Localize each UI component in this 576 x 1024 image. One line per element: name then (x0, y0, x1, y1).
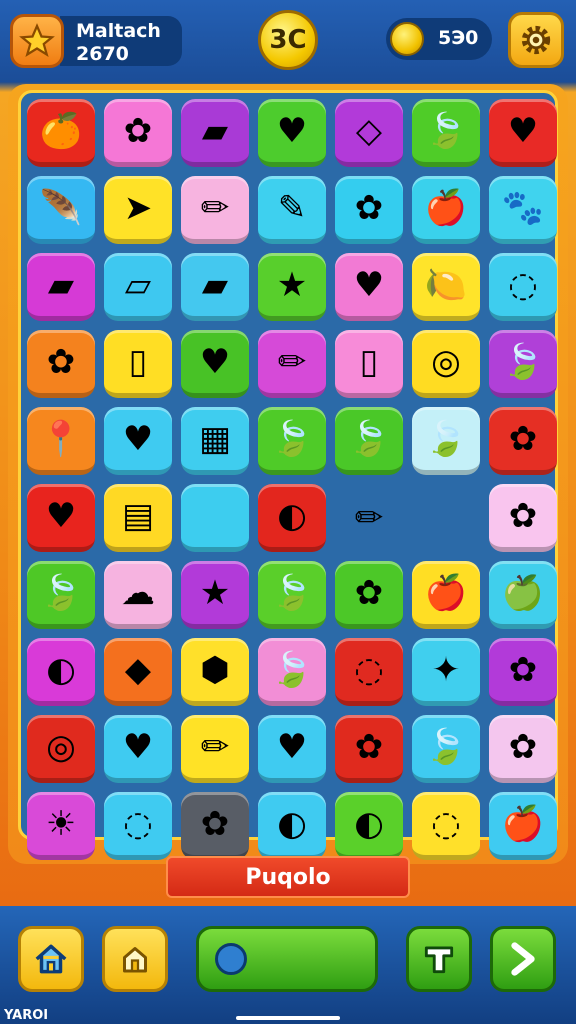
tile-r9-c5[interactable]: ✿ (335, 715, 403, 783)
tile-r9-c1[interactable]: ◎ (27, 715, 95, 783)
tile-r5-c1[interactable]: 📍 (27, 407, 95, 475)
tile-r3-c7[interactable]: ◌ (489, 253, 557, 321)
tile-r7-c5[interactable]: ✿ (335, 561, 403, 629)
settings-button[interactable] (508, 12, 564, 68)
tile-r5-c4[interactable]: 🍃 (258, 407, 326, 475)
tile-r8-c1[interactable]: ◐ (27, 638, 95, 706)
tile-r9-c4[interactable]: ♥ (258, 715, 326, 783)
coin-icon (390, 22, 424, 56)
tile-r1-c7[interactable]: ♥ (489, 99, 557, 167)
tile-r1-c6[interactable]: 🍃 (412, 99, 480, 167)
tile-r6-c7[interactable]: ✿ (489, 484, 557, 552)
tile-r9-c6[interactable]: 🍃 (412, 715, 480, 783)
coin-value: 5Э0 (438, 27, 479, 49)
home-button[interactable] (18, 926, 84, 992)
tile-r3-c6[interactable]: 🍋 (412, 253, 480, 321)
tile-r9-c2[interactable]: ♥ (104, 715, 172, 783)
home-icon (35, 944, 67, 974)
tile-r7-c7[interactable]: 🍏 (489, 561, 557, 629)
tile-r9-c3[interactable]: ✏ (181, 715, 249, 783)
tile-r3-c3[interactable]: ▰ (181, 253, 249, 321)
tile-r3-c5[interactable]: ♥ (335, 253, 403, 321)
tile-r7-c3[interactable]: ★ (181, 561, 249, 629)
tile-r10-c1[interactable]: ☀ (27, 792, 95, 860)
tile-r6-c2[interactable]: ▤ (104, 484, 172, 552)
tile-r6-c1[interactable]: ♥ (27, 484, 95, 552)
player-panel: Maltach 2670 (60, 16, 182, 66)
tile-r10-c4[interactable]: ◐ (258, 792, 326, 860)
timer-progress-button[interactable] (196, 926, 378, 992)
tile-r1-c1[interactable]: 🍊 (27, 99, 95, 167)
tile-r2-c3[interactable]: ✏ (181, 176, 249, 244)
tile-r8-c2[interactable]: ◆ (104, 638, 172, 706)
tile-r8-c6[interactable]: ✦ (412, 638, 480, 706)
tile-r7-c4[interactable]: 🍃 (258, 561, 326, 629)
tile-r7-c6[interactable]: 🍎 (412, 561, 480, 629)
tile-r4-c1[interactable]: ✿ (27, 330, 95, 398)
tile-r10-c6[interactable]: ◌ (412, 792, 480, 860)
tile-r3-c1[interactable]: ▰ (27, 253, 95, 321)
tile-r4-c6[interactable]: ◎ (412, 330, 480, 398)
tile-r2-c5[interactable]: ✿ (335, 176, 403, 244)
tile-r4-c7[interactable]: 🍃 (489, 330, 557, 398)
shop-button[interactable] (102, 926, 168, 992)
tile-r2-c2[interactable]: ➤ (104, 176, 172, 244)
tile-r8-c5[interactable]: ◌ (335, 638, 403, 706)
tile-r6-c5[interactable]: ✏ (335, 484, 403, 552)
tile-r3-c2[interactable]: ▱ (104, 253, 172, 321)
tool-button[interactable] (406, 926, 472, 992)
tile-r5-c6[interactable]: 🍃 (412, 407, 480, 475)
tool-icon (424, 946, 454, 974)
tile-r6-c6[interactable] (412, 484, 480, 552)
home-indicator (236, 1016, 340, 1020)
star-button[interactable] (10, 14, 64, 68)
tile-r2-c1[interactable]: 🪶 (27, 176, 95, 244)
footer-text: YAROI (4, 1008, 49, 1023)
tile-r4-c5[interactable]: ▯ (335, 330, 403, 398)
tile-r8-c7[interactable]: ✿ (489, 638, 557, 706)
tile-r9-c7[interactable]: ✿ (489, 715, 557, 783)
coin-panel: 5Э0 (386, 18, 492, 60)
gear-icon (521, 25, 551, 55)
tile-r3-c4[interactable]: ★ (258, 253, 326, 321)
tile-r5-c5[interactable]: 🍃 (335, 407, 403, 475)
tile-r10-c3[interactable]: ✿ (181, 792, 249, 860)
puzzle-label: Puqolo (166, 856, 410, 898)
top-bar: Maltach 2670 3C 5Э0 (0, 0, 576, 82)
tile-r4-c3[interactable]: ♥ (181, 330, 249, 398)
star-icon (19, 23, 55, 57)
tile-r10-c2[interactable]: ◌ (104, 792, 172, 860)
tile-r10-c7[interactable]: 🍎 (489, 792, 557, 860)
bottom-bar (0, 906, 576, 1024)
tile-r1-c3[interactable]: ▰ (181, 99, 249, 167)
tile-r8-c4[interactable]: 🍃 (258, 638, 326, 706)
level-badge[interactable]: 3C (258, 10, 318, 70)
tile-r2-c4[interactable]: ✎ (258, 176, 326, 244)
timer-icon (215, 943, 247, 975)
tile-r7-c2[interactable]: ☁ (104, 561, 172, 629)
arrow-right-icon (511, 942, 535, 976)
tile-r2-c6[interactable]: 🍎 (412, 176, 480, 244)
tile-r4-c2[interactable]: ▯ (104, 330, 172, 398)
tile-r2-c7[interactable]: 🐾 (489, 176, 557, 244)
tile-grid: 🍊 ✿ ▰ ♥ ◇ 🍃 ♥ 🪶 ➤ ✏ ✎ ✿ 🍎 🐾 ▰ ▱ ▰ ★ ♥ 🍋 ◌ ✿ ▯ ♥ ✏ ▯ ◎ 🍃 📍 ♥ ▦ 🍃 🍃 🍃 ✿ ♥ ▤ ◐ ✏ ✿… (18, 90, 558, 860)
player-score: 2670 (76, 43, 129, 65)
player-name: Maltach (76, 20, 161, 42)
tile-r6-c4[interactable]: ◐ (258, 484, 326, 552)
tile-r10-c5[interactable]: ◐ (335, 792, 403, 860)
tile-r1-c5[interactable]: ◇ (335, 99, 403, 167)
next-button[interactable] (490, 926, 556, 992)
tile-r4-c4[interactable]: ✏ (258, 330, 326, 398)
tile-r6-c3[interactable] (181, 484, 249, 552)
tile-r7-c1[interactable]: 🍃 (27, 561, 95, 629)
tile-r8-c3[interactable]: ⬢ (181, 638, 249, 706)
tile-r5-c7[interactable]: ✿ (489, 407, 557, 475)
tile-r5-c2[interactable]: ♥ (104, 407, 172, 475)
house-icon (123, 947, 147, 973)
game-board: 🍊 ✿ ▰ ♥ ◇ 🍃 ♥ 🪶 ➤ ✏ ✎ ✿ 🍎 🐾 ▰ ▱ ▰ ★ ♥ 🍋 ◌ ✿ ▯ ♥ ✏ ▯ ◎ 🍃 📍 ♥ ▦ 🍃 🍃 🍃 ✿ ♥ ▤ ◐ ✏ ✿… (8, 84, 568, 864)
tile-r5-c3[interactable]: ▦ (181, 407, 249, 475)
tile-r1-c4[interactable]: ♥ (258, 99, 326, 167)
tile-r1-c2[interactable]: ✿ (104, 99, 172, 167)
